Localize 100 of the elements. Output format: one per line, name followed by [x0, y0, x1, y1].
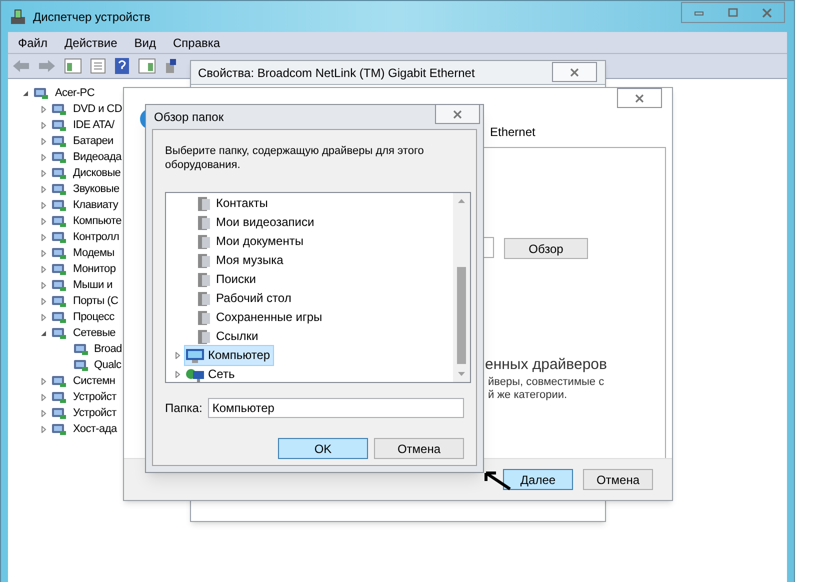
- tree-item[interactable]: Звуковые: [73, 181, 120, 197]
- device-icon: [73, 342, 89, 356]
- description-line: й же категории.: [488, 389, 568, 402]
- description-line: йверы, совместимые с: [488, 376, 604, 389]
- folder-icon: [197, 272, 211, 288]
- folder-item[interactable]: Контакты: [216, 194, 268, 213]
- back-icon[interactable]: [12, 59, 30, 73]
- help-icon[interactable]: [114, 57, 130, 75]
- device-icon: [51, 166, 67, 180]
- menu-item[interactable]: Вид: [134, 34, 156, 52]
- device-icon: [51, 214, 67, 228]
- expand-arrow-icon[interactable]: [174, 371, 181, 378]
- close-button[interactable]: [552, 62, 597, 82]
- tree-item[interactable]: Устройст: [73, 405, 116, 421]
- menu-item[interactable]: Файл: [18, 34, 48, 52]
- expand-arrow-icon[interactable]: [40, 426, 47, 432]
- folder-icon: [197, 214, 211, 230]
- folder-item[interactable]: Поиски: [216, 270, 256, 289]
- app-icon: [9, 8, 27, 26]
- tree-item[interactable]: Контролл: [73, 229, 120, 245]
- close-button[interactable]: [617, 88, 662, 108]
- action-pane-icon[interactable]: [138, 58, 156, 74]
- tree-item[interactable]: Сетевые: [73, 325, 116, 341]
- section-heading: енных драйверов: [485, 355, 607, 375]
- scrollbar[interactable]: [453, 193, 470, 382]
- dialog-button[interactable]: OK: [278, 438, 368, 459]
- expand-arrow-icon[interactable]: [40, 410, 47, 416]
- collapse-arrow-icon[interactable]: [22, 90, 29, 96]
- expand-arrow-icon[interactable]: [40, 250, 47, 256]
- dialog-button[interactable]: Отмена: [374, 438, 464, 459]
- tree-item[interactable]: Мыши и: [73, 277, 112, 293]
- expand-arrow-icon[interactable]: [40, 282, 47, 288]
- tree-item[interactable]: DVD и CD: [73, 101, 122, 117]
- expand-arrow-icon[interactable]: [40, 138, 47, 144]
- folder-item[interactable]: Сеть: [184, 364, 239, 385]
- scan-icon[interactable]: [164, 58, 178, 74]
- minimize-icon[interactable]: [694, 10, 704, 16]
- folder-icon: [197, 196, 211, 212]
- folder-item[interactable]: Ссылки: [216, 327, 258, 346]
- expand-arrow-icon[interactable]: [40, 170, 47, 176]
- folder-item[interactable]: Сохраненные игры: [216, 308, 322, 327]
- collapse-arrow-icon[interactable]: [40, 330, 47, 336]
- device-icon: [51, 118, 67, 132]
- tree-item[interactable]: Устройст: [73, 389, 116, 405]
- menu-item[interactable]: Справка: [173, 34, 220, 52]
- tree-item[interactable]: Порты (С: [73, 293, 118, 309]
- tree-item[interactable]: Батареи: [73, 133, 114, 149]
- expand-arrow-icon[interactable]: [40, 154, 47, 160]
- tree-item[interactable]: Системн: [73, 373, 116, 389]
- maximize-icon[interactable]: [728, 8, 738, 17]
- folder-item[interactable]: Компьютер: [184, 345, 274, 366]
- console-tree-icon[interactable]: [64, 58, 82, 74]
- window-title: Диспетчер устройств: [33, 8, 150, 26]
- device-icon: [51, 102, 67, 116]
- device-icon: [51, 390, 67, 404]
- folder-field[interactable]: Компьютер: [208, 398, 464, 418]
- tree-item[interactable]: Модемы: [73, 245, 114, 261]
- expand-arrow-icon[interactable]: [40, 202, 47, 208]
- tree-item[interactable]: Acer-PC: [55, 85, 94, 101]
- dialog-button[interactable]: Отмена: [583, 469, 653, 490]
- expand-arrow-icon[interactable]: [40, 314, 47, 320]
- tree-item[interactable]: Хост-ада: [73, 421, 117, 437]
- device-icon: [51, 134, 67, 148]
- expand-arrow-icon[interactable]: [40, 106, 47, 112]
- tree-item[interactable]: Монитор: [73, 261, 116, 277]
- device-icon: [51, 150, 67, 164]
- forward-icon[interactable]: [38, 59, 56, 73]
- expand-arrow-icon[interactable]: [40, 298, 47, 304]
- dialog-button[interactable]: Далее: [503, 469, 573, 490]
- device-icon: [51, 262, 67, 276]
- tree-item[interactable]: Компьюте: [73, 213, 122, 229]
- close-button[interactable]: [435, 104, 480, 124]
- tree-item[interactable]: Клавиату: [73, 197, 118, 213]
- expand-arrow-icon[interactable]: [40, 378, 47, 384]
- folder-item[interactable]: Мои видеозаписи: [216, 213, 314, 232]
- close-icon[interactable]: [762, 8, 772, 18]
- properties-icon[interactable]: [90, 58, 106, 74]
- prompt-text: Выберите папку, содержащую драйверы для этого оборудования.: [165, 144, 425, 173]
- device-icon: [51, 310, 67, 324]
- expand-arrow-icon[interactable]: [40, 186, 47, 192]
- tree-item[interactable]: IDE ATA/: [73, 117, 114, 133]
- expand-arrow-icon[interactable]: [40, 218, 47, 224]
- close-icon: [570, 68, 579, 76]
- tree-item[interactable]: Видеоада: [73, 149, 122, 165]
- expand-arrow-icon[interactable]: [40, 122, 47, 128]
- tree-item[interactable]: Дисковые: [73, 165, 121, 181]
- scroll-thumb[interactable]: [457, 267, 466, 364]
- device-icon: [51, 198, 67, 212]
- menu-item[interactable]: Действие: [64, 34, 118, 52]
- expand-arrow-icon[interactable]: [40, 394, 47, 400]
- tree-item[interactable]: Qualc: [94, 357, 122, 373]
- browse-button[interactable]: Обзор: [504, 238, 588, 259]
- tree-item[interactable]: Процесс: [73, 309, 114, 325]
- folder-item[interactable]: Моя музыка: [216, 251, 284, 270]
- tree-item[interactable]: Broad: [94, 341, 122, 357]
- folder-item[interactable]: Мои документы: [216, 232, 304, 251]
- expand-arrow-icon[interactable]: [174, 352, 181, 359]
- folder-item[interactable]: Рабочий стол: [216, 289, 292, 308]
- expand-arrow-icon[interactable]: [40, 234, 47, 240]
- expand-arrow-icon[interactable]: [40, 266, 47, 272]
